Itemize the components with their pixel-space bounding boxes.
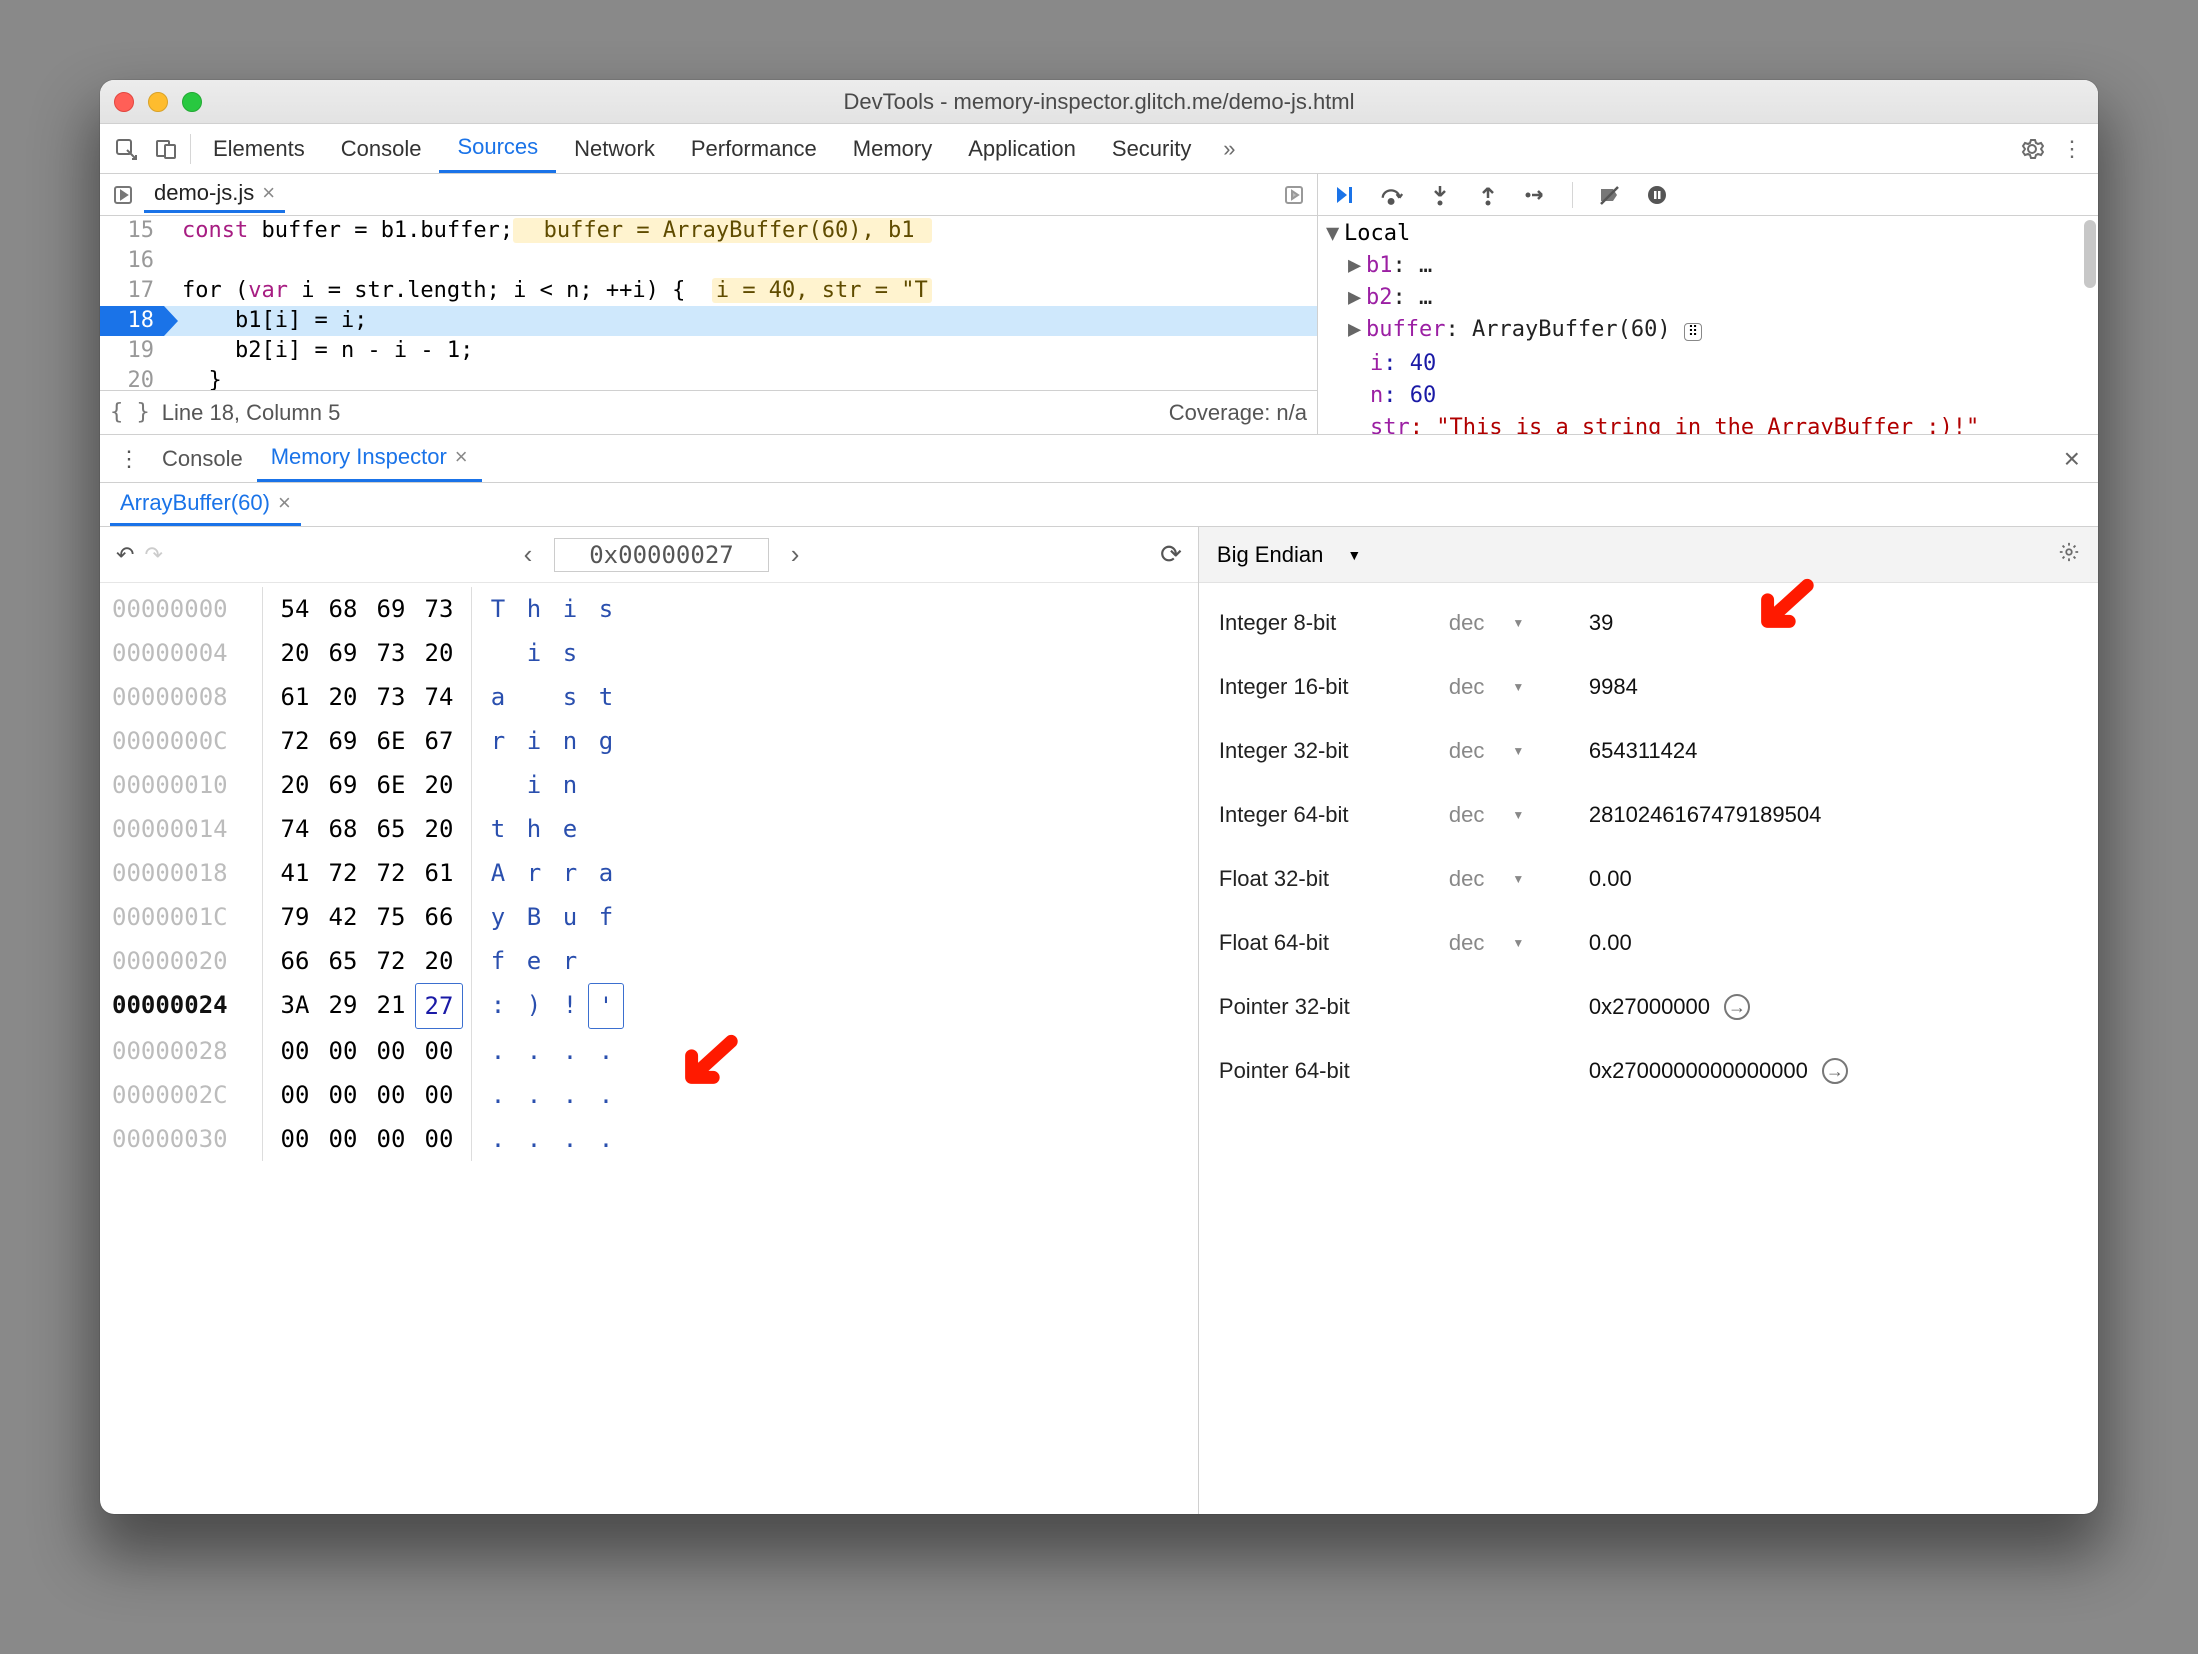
close-drawer-icon[interactable]: × [2056,443,2088,475]
value-type-label: Integer 64-bit [1219,802,1449,828]
kebab-menu-icon[interactable]: ⋮ [2052,129,2092,169]
value-display: 39 [1589,610,2078,636]
zoom-window-button[interactable] [182,92,202,112]
redo-icon[interactable]: ↷ [144,542,162,568]
debugger-toolbar [1318,174,2098,216]
run-snippet-icon[interactable] [106,185,140,205]
close-buffer-tab-icon[interactable]: × [278,490,291,516]
value-format-select[interactable]: dec▼ [1449,802,1589,828]
value-display: 0.00 [1589,866,2078,892]
close-drawer-tab-icon[interactable]: × [455,444,468,470]
cursor-position: Line 18, Column 5 [162,400,341,426]
step-over-icon[interactable] [1380,184,1404,206]
pause-exceptions-icon[interactable] [1645,184,1669,206]
jump-to-address-icon[interactable]: → [1724,994,1750,1020]
refresh-icon[interactable]: ⟳ [1160,539,1182,570]
value-display: 9984 [1589,674,2078,700]
hex-grid[interactable]: 0000000054686973This0000000420697320 is … [100,583,1198,1514]
value-format-select[interactable]: dec▼ [1449,674,1589,700]
devtools-window: DevTools - memory-inspector.glitch.me/de… [100,80,2098,1514]
tab-memory[interactable]: Memory [835,124,950,173]
next-page-icon[interactable]: › [779,539,812,570]
value-interpreter: Big Endian▼ Integer 8-bitdec▼39Integer 1… [1199,527,2098,1514]
tab-elements[interactable]: Elements [195,124,323,173]
value-format-select[interactable]: dec▼ [1449,930,1589,956]
close-window-button[interactable] [114,92,134,112]
value-display: 0x27000000→ [1589,994,2078,1020]
drawer-menu-icon[interactable]: ⋮ [110,446,148,472]
step-icon[interactable] [1524,185,1548,205]
window-title: DevTools - memory-inspector.glitch.me/de… [100,89,2098,115]
drawer-tab-console[interactable]: Console [148,435,257,482]
value-type-label: Integer 8-bit [1219,610,1449,636]
tab-console[interactable]: Console [323,124,440,173]
more-tabs-icon[interactable]: » [1209,129,1249,169]
file-tab-label: demo-js.js [154,180,254,206]
main-tab-bar: Elements Console Sources Network Perform… [100,124,2098,174]
resume-icon[interactable] [1332,184,1356,206]
close-file-tab-icon[interactable]: × [262,180,275,206]
value-format-select[interactable]: dec▼ [1449,866,1589,892]
drawer-panel: ⋮ Console Memory Inspector × × ArrayBuff… [100,434,2098,1514]
value-display: 0x2700000000000000→ [1589,1058,2078,1084]
scope-variables[interactable]: ▼Local ▶b1: … ▶b2: … ▶buffer: ArrayBuffe… [1318,216,2098,434]
value-format-select[interactable]: dec▼ [1449,610,1589,636]
minimize-window-button[interactable] [148,92,168,112]
value-type-label: Integer 32-bit [1219,738,1449,764]
step-out-icon[interactable] [1476,184,1500,206]
value-display: 2810246167479189504 [1589,802,2078,828]
file-tab-demo-js[interactable]: demo-js.js × [144,176,285,213]
vertical-scrollbar[interactable] [2084,220,2096,288]
step-into-icon[interactable] [1428,184,1452,206]
tab-application[interactable]: Application [950,124,1094,173]
tab-security[interactable]: Security [1094,124,1209,173]
value-display: 0.00 [1589,930,2078,956]
sources-panel: demo-js.js × 15const buffer = b1.buffer;… [100,174,1318,434]
address-input[interactable]: 0x00000027 [554,538,769,572]
buffer-tab-arraybuffer[interactable]: ArrayBuffer(60) × [110,483,301,526]
deactivate-breakpoints-icon[interactable] [1597,184,1621,206]
value-type-label: Pointer 64-bit [1219,1058,1449,1084]
endianness-select[interactable]: Big Endian▼ [1217,542,1361,568]
drawer-tab-memory-inspector[interactable]: Memory Inspector × [257,435,482,482]
tab-sources[interactable]: Sources [439,124,556,173]
device-toolbar-icon[interactable] [146,129,186,169]
debugger-sidebar: ▼Local ▶b1: … ▶b2: … ▶buffer: ArrayBuffe… [1318,174,2098,434]
undo-icon[interactable]: ↶ [116,542,134,568]
inspect-element-icon[interactable] [106,129,146,169]
value-type-label: Float 64-bit [1219,930,1449,956]
reveal-in-memory-icon[interactable]: ⠿ [1684,323,1702,341]
tab-network[interactable]: Network [556,124,673,173]
settings-icon[interactable] [2012,129,2052,169]
value-type-label: Float 32-bit [1219,866,1449,892]
traffic-lights [114,92,202,112]
pretty-print-icon[interactable]: { } [110,400,150,425]
titlebar: DevTools - memory-inspector.glitch.me/de… [100,80,2098,124]
value-settings-icon[interactable] [2058,541,2080,569]
tab-performance[interactable]: Performance [673,124,835,173]
prev-page-icon[interactable]: ‹ [512,539,545,570]
value-format-select[interactable]: dec▼ [1449,738,1589,764]
hex-viewer: ↶ ↷ ‹ 0x00000027 › ⟳ 0000000054686973Thi… [100,527,1199,1514]
value-type-label: Integer 16-bit [1219,674,1449,700]
code-editor[interactable]: 15const buffer = b1.buffer; buffer = Arr… [100,216,1317,390]
value-type-label: Pointer 32-bit [1219,994,1449,1020]
coverage-status: Coverage: n/a [1169,400,1307,426]
value-display: 654311424 [1589,738,2078,764]
sources-more-icon[interactable] [1277,185,1311,205]
jump-to-address-icon[interactable]: → [1822,1058,1848,1084]
sources-footer: { } Line 18, Column 5 Coverage: n/a [100,390,1317,434]
